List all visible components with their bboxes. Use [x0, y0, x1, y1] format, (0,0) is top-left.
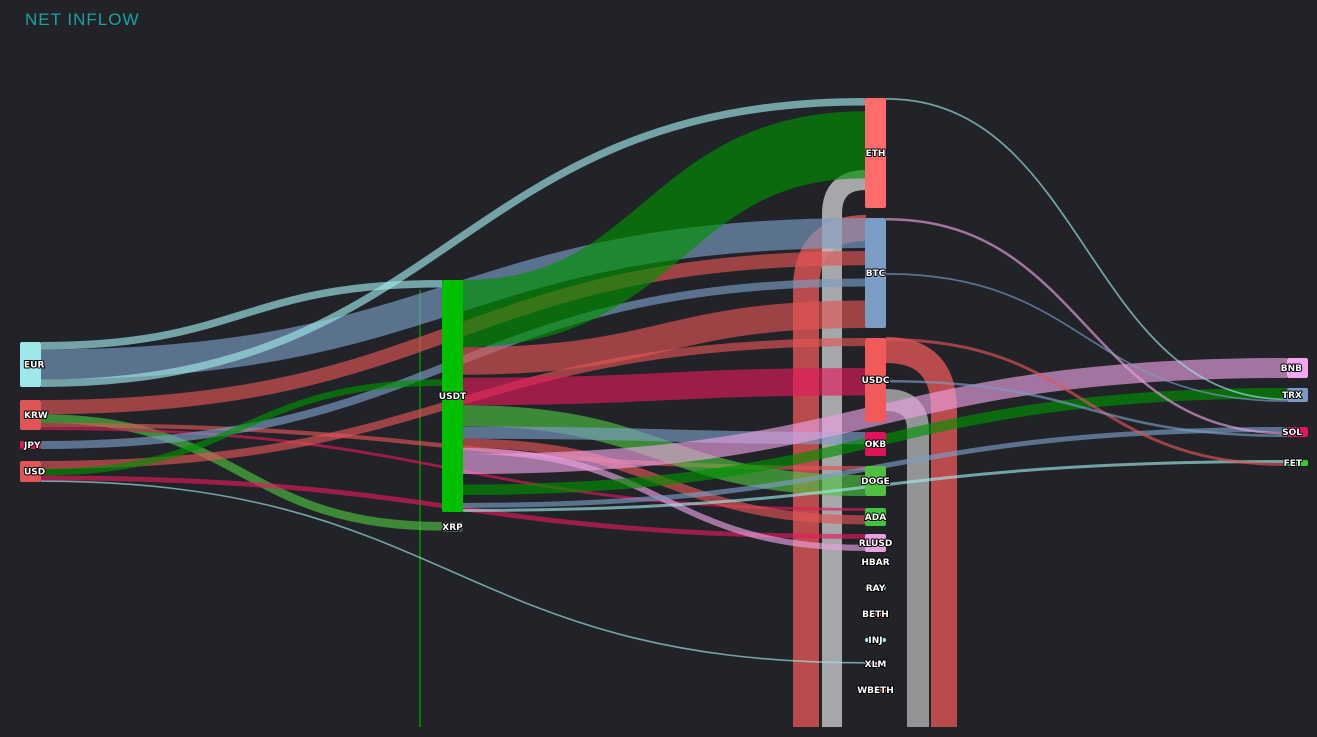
link-krw-xrp	[40, 414, 443, 531]
node-label-trx: TRX	[1282, 391, 1302, 401]
node-label-btc: BTC	[866, 269, 886, 279]
sankey-diagram: EUR KRW JPY USD USDT XRP ETH BTC USDC OKB DOGE ADA R…	[20, 98, 1308, 727]
node-label-wbeth: WBETH	[857, 686, 894, 696]
node-label-usdc: USDC	[862, 376, 890, 386]
node-label-eur: EUR	[24, 361, 44, 371]
link-usdt-usdc	[462, 368, 866, 406]
node-label-ray: RAY	[866, 584, 886, 594]
node-label-xlm: XLM	[865, 660, 887, 670]
node-label-okb: OKB	[865, 440, 887, 450]
node-label-usd: USD	[24, 468, 45, 478]
node-label-beth: BETH	[862, 610, 889, 620]
node-label-ada: ADA	[865, 513, 886, 523]
node-label-sol: SOL	[1282, 428, 1302, 438]
node-label-eth: ETH	[866, 149, 886, 159]
node-label-rlusd: RLUSD	[859, 539, 893, 549]
link-eth-trx	[885, 98, 1288, 401]
node-label-jpy: JPY	[23, 441, 41, 451]
node-label-xrp: XRP	[442, 523, 463, 533]
node-label-bnb: BNB	[1281, 364, 1302, 374]
node-label-inj: INJ	[868, 636, 882, 646]
node-label-fet: FET	[1284, 459, 1303, 469]
node-label-usdt: USDT	[439, 392, 467, 402]
node-label-krw: KRW	[24, 411, 48, 421]
node-label-doge: DOGE	[861, 477, 890, 487]
node-label-hbar: HBAR	[861, 558, 889, 568]
loop-link-usdc-gray	[885, 389, 929, 727]
